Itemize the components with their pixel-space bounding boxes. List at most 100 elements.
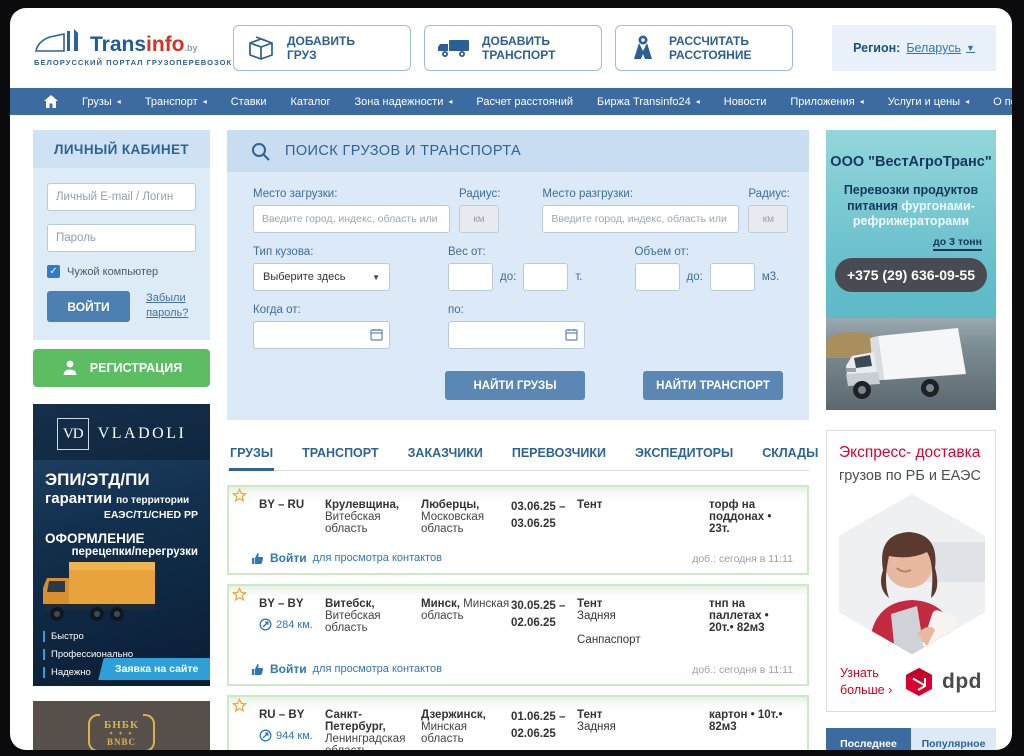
distance-icon (259, 618, 272, 631)
add-transport-button[interactable]: ДОБАВИТЬ ТРАНСПОРТ (424, 25, 602, 71)
favorite-star-icon[interactable] (232, 488, 247, 503)
from-location: Витебск, Витебская область (325, 598, 421, 646)
calendar-icon[interactable] (565, 328, 578, 341)
nav-item-catalog[interactable]: Каталог (279, 96, 343, 108)
logo-wordmark: Transinfo.by (90, 34, 198, 55)
login-panel: ЛИЧНЫЙ КАБИНЕТ ✓ Чужой компьютер ВОЙТИ З… (33, 130, 210, 340)
orange-truck-image (39, 554, 169, 628)
cargo-row[interactable]: RU – BY 944 км. (227, 695, 809, 750)
route-cell: RU – BY 944 км. (259, 709, 325, 750)
dpd-cta-link[interactable]: Узнать больше › (840, 665, 898, 699)
truck-logo-icon (34, 29, 86, 55)
login-panel-title: ЛИЧНЫЙ КАБИНЕТ (33, 130, 210, 168)
dpd-title: Экспресс- доставка (839, 444, 983, 462)
login-to-view-link[interactable]: Войти для просмотра контактов (251, 551, 442, 565)
thumb-up-icon (251, 552, 264, 565)
calendar-icon[interactable] (370, 328, 383, 341)
laurel-right-icon (143, 714, 155, 750)
dropdown-arrow-icon: ◂ (696, 97, 700, 106)
find-cargo-button[interactable]: НАЙТИ ГРУЗЫ (445, 371, 585, 400)
woman-photo (839, 494, 985, 654)
nav-item-exchange[interactable]: Биржа Transinfo24◂ (585, 96, 712, 108)
unload-place-input[interactable] (542, 205, 739, 233)
add-transport-label: ДОБАВИТЬ ТРАНСПОРТ (482, 34, 572, 63)
cargo-row[interactable]: BY – RU Крулевщина, Витебская область Лю… (227, 485, 809, 575)
body-type: Тент (577, 499, 705, 535)
email-field[interactable] (47, 183, 196, 211)
unload-place-label: Место разгрузки: (542, 188, 739, 200)
login-to-view-link[interactable]: Войти для просмотра контактов (251, 662, 442, 676)
tab-cargo[interactable]: ГРУЗЫ (229, 442, 274, 471)
radius-label: Радиус: (459, 188, 500, 200)
nav-item-rates[interactable]: Ставки (219, 96, 279, 108)
region-value-link[interactable]: Беларусь ▼ (906, 41, 975, 55)
vladoli-cta-button[interactable]: Заявка на сайте (98, 658, 210, 680)
volume-from-input[interactable] (635, 263, 680, 291)
distance: 284 км. (259, 618, 325, 631)
weight-from-label: Вес от: (448, 246, 583, 258)
find-transport-button[interactable]: НАЙТИ ТРАНСПОРТ (643, 371, 783, 400)
tab-customers[interactable]: ЗАКАЗЧИКИ (407, 442, 484, 470)
region-value: Беларусь (906, 41, 961, 55)
calc-distance-button[interactable]: РАССЧИТАТЬ РАССТОЯНИЕ (615, 25, 793, 71)
vladoli-line3: ЕАЭС/Т1/CHED PP (45, 509, 198, 521)
nav-item-distance[interactable]: Расчет расстояний (464, 96, 585, 108)
weight-to-input[interactable] (523, 263, 568, 291)
route: RU – BY (259, 709, 304, 721)
nav-item-services[interactable]: Услуги и цены◂ (876, 96, 981, 108)
route: BY – RU (259, 499, 325, 535)
from-location: Крулевщина, Витебская область (325, 499, 421, 535)
cargo-description: тнп на паллетах • 20т.• 82м3 (705, 598, 793, 646)
home-icon[interactable] (32, 95, 70, 108)
radius-input[interactable]: км (459, 205, 499, 233)
nav-item-apps[interactable]: Приложения◂ (778, 96, 875, 108)
body-type-select[interactable]: Выберите здесь ▼ (253, 263, 390, 291)
sidebar-tabs: Последнее Популярное (826, 728, 996, 750)
calc-distance-label: РАССЧИТАТЬ РАССТОЯНИЕ (669, 34, 757, 63)
forgot-password-link[interactable]: Забыли пароль? (146, 291, 196, 321)
region-label: Регион: (853, 41, 900, 55)
tab-carriers[interactable]: ПЕРЕВОЗЧИКИ (511, 442, 607, 470)
date-to-label: по: (448, 304, 585, 316)
nav-item-reliability[interactable]: Зона надежности◂ (343, 96, 465, 108)
dates: 30.05.25 –02.06.25 (511, 598, 577, 646)
dropdown-arrow-icon: ◂ (860, 97, 864, 106)
vestagro-phone[interactable]: +375 (29) 636-09-55 (835, 258, 987, 292)
search-panel-title: ПОИСК ГРУЗОВ И ТРАНСПОРТА (285, 143, 521, 159)
from-location: Санкт-Петербург, Ленинградская область (325, 709, 421, 750)
tab-transport[interactable]: ТРАНСПОРТ (301, 442, 379, 470)
tab-latest[interactable]: Последнее (826, 728, 911, 750)
bnbc-ad[interactable]: БНБК ✦ ✦ ✦ BNBC (33, 701, 210, 750)
favorite-star-icon[interactable] (232, 698, 247, 713)
vladoli-brand: VLADOLI (98, 425, 187, 443)
site-logo[interactable]: Transinfo.by БЕЛОРУССКИЙ ПОРТАЛ ГРУЗОПЕР… (34, 29, 220, 67)
tab-forwarders[interactable]: ЭКСПЕДИТОРЫ (634, 442, 734, 470)
load-place-label: Место загрузки: (253, 188, 450, 200)
tab-popular[interactable]: Популярное (911, 728, 996, 750)
favorite-star-icon[interactable] (232, 587, 247, 602)
cargo-description: картон • 10т.• 82м3 (705, 709, 793, 750)
vestagro-text: Перевозки продуктов питания фургонами-ре… (836, 183, 986, 230)
thumb-up-icon (251, 663, 264, 676)
vestagrotrans-ad[interactable]: ООО "ВестАгроТранс" Перевозки продуктов … (826, 130, 996, 410)
nav-item-transport[interactable]: Транспорт◂ (133, 96, 219, 108)
login-button[interactable]: ВОЙТИ (47, 291, 130, 322)
body-type-label: Тип кузова: (253, 246, 390, 258)
dropdown-arrow-icon: ◂ (448, 97, 452, 106)
tab-warehouses[interactable]: СКЛАДЫ (761, 442, 819, 470)
vladoli-ad[interactable]: VD VLADOLI ЭПИ/ЭТД/ПИ гарантии по террит… (33, 404, 210, 686)
cargo-row[interactable]: BY – BY 284 км. (227, 584, 809, 686)
dpd-ad[interactable]: Экспресс- доставка грузов по РБ и ЕАЭС (826, 430, 996, 712)
nav-item-about[interactable]: О портале◂ (981, 96, 1012, 108)
weight-from-input[interactable] (448, 263, 493, 291)
foreign-computer-checkbox[interactable]: ✓ (47, 265, 60, 278)
register-button[interactable]: РЕГИСТРАЦИЯ (33, 349, 210, 387)
nav-item-news[interactable]: Новости (712, 96, 779, 108)
volume-to-input[interactable] (710, 263, 755, 291)
dropdown-arrow-icon: ◂ (203, 97, 207, 106)
load-place-input[interactable] (253, 205, 450, 233)
radius2-input[interactable]: км (748, 205, 788, 233)
add-cargo-button[interactable]: ДОБАВИТЬ ГРУЗ (233, 25, 411, 71)
nav-item-cargo[interactable]: Грузы◂ (70, 96, 133, 108)
password-field[interactable] (47, 224, 196, 252)
